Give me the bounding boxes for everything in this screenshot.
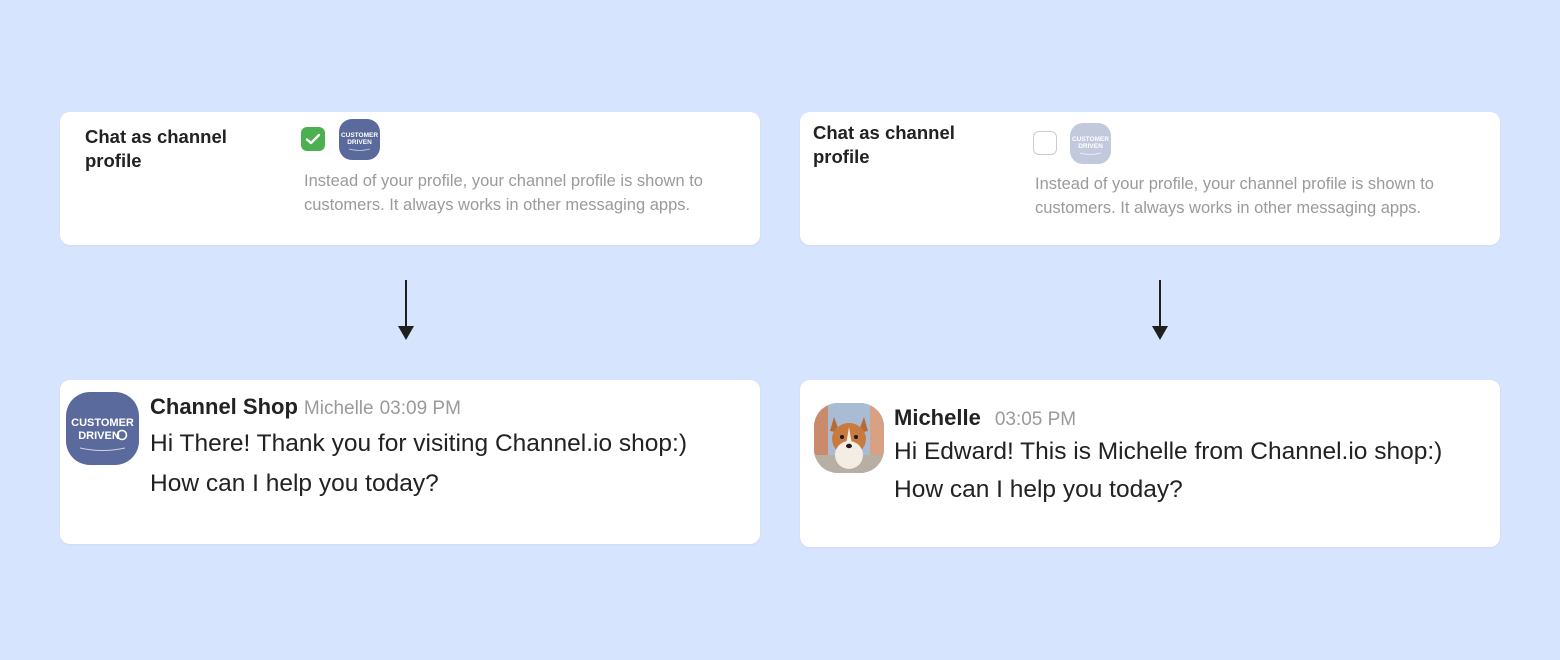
- message-card-personal-profile: Michelle 03:05 PM Hi Edward! This is Mich…: [800, 380, 1500, 547]
- setting-card-enabled: Chat as channel profile CUSTOMER DRIVEN …: [60, 112, 760, 245]
- message-time: 03:09 PM: [379, 398, 461, 419]
- setting-description: Instead of your profile, your channel pr…: [1035, 175, 1434, 217]
- arrow-down-icon: [398, 280, 414, 340]
- setting-card-disabled: Chat as channel profile CUSTOMER DRIVEN …: [800, 112, 1500, 245]
- check-icon: [305, 133, 321, 145]
- avatar: CUSTOMER DRIVEN: [66, 392, 139, 465]
- avatar: [814, 403, 884, 473]
- agent-name: Michelle: [303, 398, 374, 419]
- message-line: Hi Edward! This is Michelle from Channel…: [894, 438, 1443, 465]
- sender-name: Channel Shop: [150, 394, 298, 419]
- arrow-down-icon: [1152, 280, 1168, 340]
- logo-text-line2: DRIVEN: [347, 139, 372, 146]
- message-header: Channel Shop Michelle 03:09 PM: [150, 394, 461, 420]
- logo-text-line1: CUSTOMER: [71, 417, 134, 429]
- logo-text-line1: CUSTOMER: [341, 132, 378, 139]
- logo-text-line2: DRIVEN: [1078, 143, 1103, 150]
- logo-text-line2: DRIVEN: [78, 430, 120, 442]
- message-header: Michelle 03:05 PM: [894, 405, 1076, 431]
- chat-as-channel-checkbox[interactable]: [1033, 131, 1057, 155]
- message-body: Hi There! Thank you for visiting Channel…: [150, 424, 687, 504]
- message-line: How can I help you today?: [894, 476, 1183, 503]
- message-line: Hi There! Thank you for visiting Channel…: [150, 430, 688, 457]
- setting-title: Chat as channel profile: [813, 122, 955, 167]
- channel-logo: CUSTOMER DRIVEN: [339, 119, 380, 160]
- logo-text-line1: CUSTOMER: [1072, 136, 1109, 143]
- message-line: How can I help you today?: [150, 470, 439, 497]
- setting-description: Instead of your profile, your channel pr…: [304, 172, 703, 214]
- message-time: 03:05 PM: [994, 409, 1077, 430]
- channel-logo: CUSTOMER DRIVEN: [1070, 123, 1111, 164]
- chat-as-channel-checkbox[interactable]: [301, 127, 325, 151]
- message-card-channel-profile: CUSTOMER DRIVEN Channel Shop Michelle 03:0…: [60, 380, 760, 544]
- sender-name: Michelle: [894, 405, 981, 430]
- message-body: Hi Edward! This is Michelle from Channel…: [894, 433, 1442, 509]
- setting-title: Chat as channel profile: [85, 126, 227, 171]
